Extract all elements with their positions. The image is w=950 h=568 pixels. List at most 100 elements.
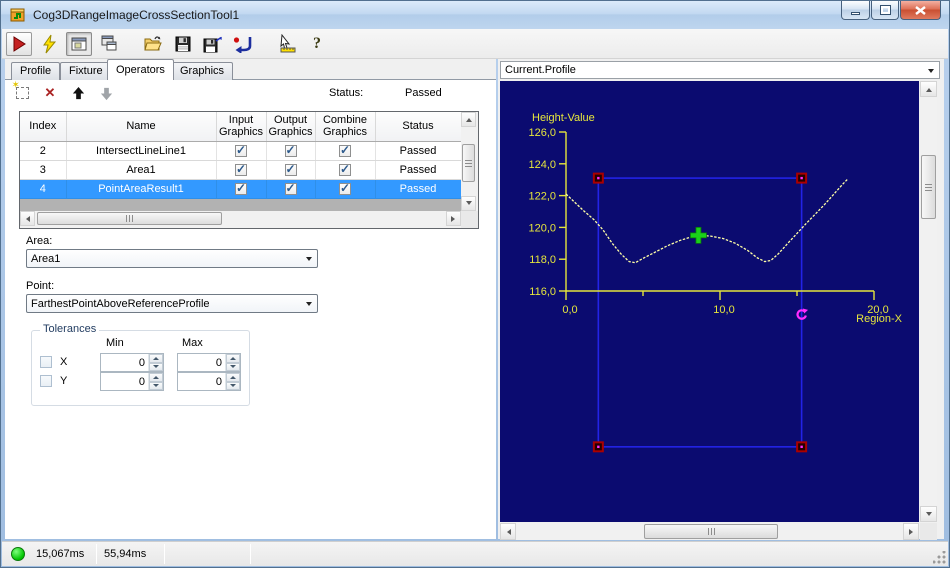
- help-button[interactable]: ?: [304, 32, 330, 56]
- graphics-checkbox[interactable]: ✓: [235, 162, 247, 176]
- tab-graphics[interactable]: Graphics: [171, 62, 234, 80]
- maximize-button[interactable]: [871, 1, 899, 20]
- graphics-checkbox[interactable]: ✓: [339, 181, 351, 195]
- display-source-value: Current.Profile: [505, 64, 576, 76]
- spinner-value[interactable]: 0: [178, 354, 225, 371]
- tolerance-row: X 0 0: [32, 353, 249, 372]
- show-result-window-icon: [71, 37, 87, 50]
- table-hscrollbar[interactable]: [20, 211, 461, 228]
- run-button[interactable]: [6, 31, 32, 56]
- point-combobox[interactable]: FarthestPointAboveReferenceProfile: [26, 294, 318, 313]
- open-file-icon: [144, 36, 162, 51]
- tolerance-enable-checkbox[interactable]: [40, 375, 52, 387]
- show-result-window-button[interactable]: [66, 31, 92, 56]
- chart-hscrollbar[interactable]: [500, 523, 919, 540]
- spin-up-button[interactable]: [149, 354, 163, 363]
- add-operator-button[interactable]: ✶: [12, 80, 31, 102]
- arrow-down-icon: [100, 87, 112, 100]
- vscroll-thumb[interactable]: [462, 144, 475, 182]
- vscroll-thumb[interactable]: [921, 155, 936, 219]
- minimize-button[interactable]: [841, 1, 870, 20]
- area-combobox[interactable]: Area1: [26, 249, 318, 268]
- profile-chart-canvas[interactable]: 116,0118,0120,0122,0124,0126,00,0 10,0 20,…: [500, 81, 919, 522]
- graphics-checkbox[interactable]: ✓: [235, 143, 247, 157]
- table-header-row[interactable]: Index Name Input Graphics Output Graphics Co…: [20, 112, 461, 142]
- table-row[interactable]: 4 PointAreaResult1 ✓ ✓ ✓ Passed: [20, 179, 461, 199]
- scroll-up-button[interactable]: [461, 112, 476, 127]
- spinner-value[interactable]: 0: [178, 373, 225, 390]
- column-header[interactable]: Index: [20, 112, 67, 142]
- title-bar[interactable]: Cog3DRangeImageCrossSectionTool1: [1, 1, 949, 29]
- spin-up-button[interactable]: [226, 373, 240, 382]
- point-label: Point:: [26, 280, 55, 292]
- area-value: Area1: [31, 252, 61, 265]
- check-icon: ✓: [236, 180, 247, 195]
- check-icon: ✓: [285, 161, 296, 176]
- graphics-checkbox[interactable]: ✓: [284, 143, 297, 157]
- column-header[interactable]: Output Graphics: [266, 112, 316, 142]
- close-button[interactable]: [900, 1, 941, 20]
- column-header[interactable]: Input Graphics: [216, 112, 267, 142]
- move-down-button[interactable]: [97, 84, 115, 102]
- table-filler: [20, 198, 461, 210]
- hscroll-thumb[interactable]: [37, 212, 222, 225]
- spinner-value[interactable]: 0: [101, 373, 148, 390]
- save-as-button[interactable]: [200, 32, 226, 56]
- window-title: Cog3DRangeImageCrossSectionTool1: [33, 8, 240, 22]
- save-button[interactable]: [170, 32, 196, 56]
- profile-chart[interactable]: 116,0 118,0 120,0 122,0 124,0 126,0 0,0 10,0 20,…: [500, 81, 919, 522]
- scroll-up-button[interactable]: [920, 81, 937, 97]
- tab-operators[interactable]: Operators: [107, 59, 174, 80]
- move-up-button[interactable]: [69, 84, 87, 102]
- spin-down-button[interactable]: [149, 362, 163, 371]
- resize-grip[interactable]: [933, 551, 946, 564]
- graphics-checkbox[interactable]: ✓: [235, 180, 247, 195]
- tolerance-spinner[interactable]: 0: [100, 353, 164, 372]
- column-header[interactable]: Name: [66, 112, 217, 142]
- tab-fixture[interactable]: Fixture: [60, 62, 112, 80]
- graphics-checkbox[interactable]: ✓: [284, 181, 297, 195]
- spin-up-button[interactable]: [149, 373, 163, 382]
- scroll-right-button[interactable]: [446, 211, 461, 226]
- spin-up-button[interactable]: [226, 354, 240, 363]
- float-window-button[interactable]: [96, 32, 122, 56]
- spinner-value[interactable]: 0: [101, 354, 148, 371]
- spin-down-button[interactable]: [226, 381, 240, 390]
- check-icon: ✓: [340, 161, 351, 176]
- tolerance-spinner[interactable]: 0: [100, 372, 164, 391]
- arrow-up-icon: [72, 86, 84, 99]
- min-column-header: Min: [106, 337, 124, 349]
- close-icon: [915, 5, 926, 15]
- tolerance-enable-checkbox[interactable]: [40, 356, 52, 368]
- table-row[interactable]: 3 Area1 ✓ ✓ ✓ Passed: [20, 160, 461, 180]
- open-button[interactable]: [140, 32, 166, 56]
- measure-button[interactable]: [274, 32, 300, 56]
- tolerance-spinner[interactable]: 0: [177, 353, 241, 372]
- scroll-down-button[interactable]: [920, 506, 937, 522]
- display-source-combobox[interactable]: Current.Profile: [500, 61, 940, 79]
- table-row[interactable]: 2 IntersectLineLine1 ✓ ✓ ✓ Passed: [20, 141, 461, 161]
- graphics-checkbox[interactable]: ✓: [339, 161, 351, 176]
- scroll-left-button[interactable]: [500, 523, 516, 540]
- trigger-button[interactable]: [36, 32, 62, 56]
- minimize-icon: [851, 11, 860, 15]
- status-label: Status:: [329, 87, 364, 99]
- scroll-right-button[interactable]: [903, 523, 919, 540]
- dropdown-arrow-icon: [923, 62, 939, 78]
- delete-operator-button[interactable]: ✕: [41, 84, 59, 102]
- reset-button[interactable]: [230, 32, 256, 56]
- scroll-left-button[interactable]: [20, 211, 35, 226]
- spin-down-button[interactable]: [226, 362, 240, 371]
- column-header[interactable]: Status: [375, 112, 461, 142]
- graphics-checkbox[interactable]: ✓: [339, 143, 351, 157]
- scroll-down-button[interactable]: [461, 196, 476, 211]
- operators-toolbar: ✶ ✕ Status: Passed: [5, 80, 496, 106]
- column-header[interactable]: Combine Graphics: [315, 112, 376, 142]
- chart-vscrollbar[interactable]: [920, 81, 937, 522]
- tab-profile[interactable]: Profile: [11, 62, 61, 80]
- table-vscrollbar[interactable]: [461, 112, 478, 211]
- hscroll-thumb[interactable]: [644, 524, 778, 539]
- tolerance-spinner[interactable]: 0: [177, 372, 241, 391]
- spin-down-button[interactable]: [149, 381, 163, 390]
- graphics-checkbox[interactable]: ✓: [284, 161, 297, 176]
